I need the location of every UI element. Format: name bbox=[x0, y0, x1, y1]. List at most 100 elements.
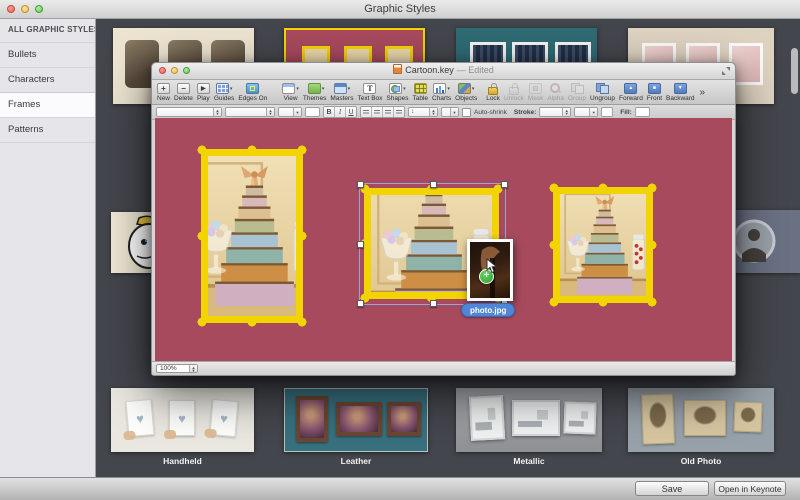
lock-icon bbox=[488, 87, 498, 95]
handheld-paper: ♥ bbox=[209, 399, 238, 437]
leather-frame bbox=[296, 396, 328, 442]
delete-button[interactable]: Delete bbox=[172, 80, 195, 104]
text-style-group: B I U bbox=[323, 106, 357, 118]
front-icon bbox=[648, 83, 661, 94]
heart-icon: ♥ bbox=[136, 410, 145, 426]
text-color-well[interactable] bbox=[305, 107, 320, 117]
style-label-old-photo: Old Photo bbox=[628, 456, 774, 466]
mouse-cursor bbox=[486, 258, 498, 274]
zoom-level-value: 100% bbox=[160, 365, 177, 372]
guides-button[interactable]: ▾Guides bbox=[212, 80, 237, 104]
italic-button[interactable]: I bbox=[335, 107, 346, 117]
cartoon-frame-right[interactable] bbox=[549, 183, 657, 307]
ungroup-button[interactable]: Ungroup bbox=[588, 80, 617, 104]
sidebar: ALL GRAPHIC STYLES Bullets Characters Fr… bbox=[0, 18, 96, 478]
view-button[interactable]: ▾View bbox=[280, 80, 301, 104]
unlock-icon bbox=[509, 87, 519, 95]
metal-frame bbox=[469, 395, 505, 441]
alpha-icon bbox=[549, 83, 562, 94]
spacing-select[interactable]: ▼ bbox=[441, 107, 459, 117]
selection-handle[interactable] bbox=[430, 181, 437, 188]
style-thumb-handheld[interactable]: ♥ ♥ ♥ bbox=[111, 388, 254, 452]
stroke-label: Stroke: bbox=[514, 109, 536, 116]
mask-button[interactable]: Mask bbox=[526, 80, 546, 104]
align-right-button[interactable] bbox=[383, 107, 394, 117]
selection-handle[interactable] bbox=[357, 300, 364, 307]
cartoon-frame-left[interactable] bbox=[197, 145, 307, 327]
bottom-bar: Save Open in Keynote bbox=[0, 477, 800, 500]
group-button[interactable]: Group bbox=[566, 80, 588, 104]
sidebar-item-characters[interactable]: Characters bbox=[0, 68, 95, 93]
framed-photo bbox=[208, 156, 296, 316]
fill-color-well[interactable] bbox=[635, 107, 650, 117]
alpha-button[interactable]: Alpha bbox=[545, 80, 566, 104]
style-thumb-metallic[interactable] bbox=[456, 388, 602, 452]
underline-button[interactable]: U bbox=[346, 107, 356, 117]
keynote-titlebar[interactable]: Cartoon.key— Edited bbox=[152, 63, 735, 80]
bold-button[interactable]: B bbox=[324, 107, 335, 117]
charts-button[interactable]: ▾Charts bbox=[430, 80, 453, 104]
stroke-color-well[interactable] bbox=[601, 107, 613, 117]
zoom-button[interactable] bbox=[183, 67, 190, 74]
heart-icon: ♥ bbox=[178, 411, 186, 426]
open-in-keynote-button[interactable]: Open in Keynote bbox=[714, 481, 786, 496]
typeface-select[interactable]: ▲▼ bbox=[225, 107, 275, 117]
style-thumb-leather[interactable] bbox=[284, 388, 428, 452]
selection-handle[interactable] bbox=[501, 181, 508, 188]
backward-button[interactable]: Backward bbox=[664, 80, 697, 104]
delete-icon bbox=[177, 83, 190, 94]
selection-handle[interactable] bbox=[357, 181, 364, 188]
edges-icon bbox=[246, 83, 259, 94]
sidebar-item-all-graphic-styles[interactable]: ALL GRAPHIC STYLES bbox=[0, 18, 95, 43]
font-size-select[interactable]: ▼ bbox=[278, 107, 302, 117]
masters-icon bbox=[334, 83, 347, 94]
drag-filename-pill: photo.jpg bbox=[461, 303, 515, 317]
fullscreen-icon[interactable] bbox=[722, 67, 730, 75]
align-justify-button[interactable] bbox=[394, 107, 404, 117]
themes-icon bbox=[308, 83, 321, 94]
shapes-button[interactable]: ▾Shapes bbox=[384, 80, 410, 104]
masters-button[interactable]: ▾Masters bbox=[328, 80, 355, 104]
backward-icon bbox=[674, 83, 687, 94]
forward-button[interactable]: Forward bbox=[617, 80, 645, 104]
vertical-align-select[interactable]: ↕▲▼ bbox=[408, 107, 438, 117]
new-button[interactable]: New bbox=[155, 80, 172, 104]
autoshrink-checkbox[interactable] bbox=[462, 108, 471, 117]
charts-icon bbox=[433, 83, 446, 94]
sidebar-item-patterns[interactable]: Patterns bbox=[0, 118, 95, 143]
objects-button[interactable]: ▾Objects bbox=[453, 80, 479, 104]
handheld-paper: ♥ bbox=[169, 400, 195, 436]
stroke-width-select[interactable]: ▼ bbox=[574, 107, 598, 117]
sidebar-item-bullets[interactable]: Bullets bbox=[0, 43, 95, 68]
app-title: Graphic Styles bbox=[0, 3, 800, 15]
style-thumb-old-photo[interactable] bbox=[628, 388, 774, 452]
style-thumb-circle-portrait[interactable] bbox=[733, 210, 800, 273]
fill-label: Fill: bbox=[620, 109, 632, 116]
zoom-level-select[interactable]: 100% ▲▼ bbox=[156, 364, 198, 373]
play-button[interactable]: Play bbox=[195, 80, 212, 104]
stroke-style-select[interactable]: ▲▼ bbox=[539, 107, 571, 117]
sidebar-item-frames[interactable]: Frames bbox=[0, 92, 95, 118]
app-titlebar: Graphic Styles bbox=[0, 0, 800, 19]
themes-button[interactable]: ▾Themes bbox=[301, 80, 328, 104]
save-button[interactable]: Save bbox=[635, 481, 709, 496]
style-label-metallic: Metallic bbox=[456, 456, 602, 466]
autoshrink-label: Auto-shrink bbox=[474, 109, 507, 116]
table-button[interactable]: Table bbox=[410, 80, 430, 104]
selection-handle[interactable] bbox=[430, 300, 437, 307]
align-left-button[interactable] bbox=[361, 107, 372, 117]
unlock-button[interactable]: Unlock bbox=[502, 80, 526, 104]
minimize-button[interactable] bbox=[171, 67, 178, 74]
close-button[interactable] bbox=[159, 67, 166, 74]
vertical-scrollbar[interactable] bbox=[791, 48, 798, 94]
objects-icon bbox=[458, 83, 471, 94]
selection-handle[interactable] bbox=[357, 241, 364, 248]
front-button[interactable]: Front bbox=[645, 80, 664, 104]
toolbar-overflow-button[interactable]: » bbox=[700, 87, 706, 98]
align-center-button[interactable] bbox=[372, 107, 383, 117]
textbox-button[interactable]: Text Box bbox=[355, 80, 384, 104]
lock-button[interactable]: Lock bbox=[484, 80, 502, 104]
slide-canvas[interactable]: + photo.jpg bbox=[155, 118, 732, 362]
edges-button[interactable]: Edges On bbox=[236, 80, 269, 104]
font-family-select[interactable]: ▲▼ bbox=[156, 107, 222, 117]
